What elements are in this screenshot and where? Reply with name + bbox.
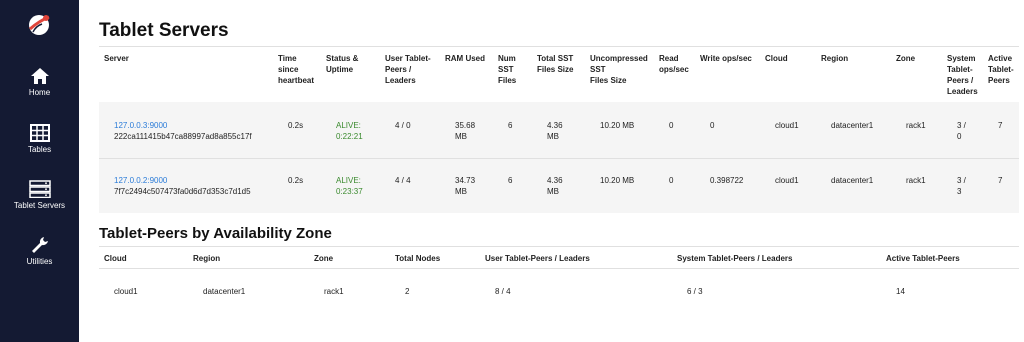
col-header-cloud: Cloud <box>765 54 788 63</box>
wrench-icon <box>0 236 79 254</box>
server-uuid: 7f7c2494c507473fa0d6d7d353c7d1d5 <box>114 187 251 196</box>
home-icon <box>0 67 79 85</box>
sidebar-item-home[interactable]: Home <box>0 67 79 117</box>
cloud-value: cloud1 <box>775 176 799 185</box>
read-ops-value: 0 <box>669 176 674 185</box>
region-value: datacenter1 <box>831 176 874 185</box>
ram-value: 35.68 MB <box>455 121 476 141</box>
total-nodes-value: 2 <box>405 287 410 296</box>
col-header-cloud: Cloud <box>104 254 127 263</box>
system-peers-value: 6 / 3 <box>687 287 703 296</box>
col-header-read-ops: Read ops/sec <box>659 54 689 74</box>
col-header-total-sst: Total SST Files Size <box>537 54 574 74</box>
col-header-active-peers: Active Tablet- Peers <box>988 54 1014 85</box>
region-value: datacenter1 <box>203 287 246 296</box>
zone-value: rack1 <box>906 176 926 185</box>
num-sst-value: 6 <box>508 121 513 130</box>
col-header-zone: Zone <box>896 54 916 63</box>
status-value: ALIVE: 0:22:21 <box>336 121 363 141</box>
uncompressed-value: 10.20 MB <box>600 121 635 130</box>
total-sst-value: 4.36 MB <box>547 176 563 196</box>
table-divider <box>99 246 1019 247</box>
sidebar-item-utilities[interactable]: Utilities <box>0 236 79 286</box>
sidebar-item-label: Tables <box>27 145 52 154</box>
col-header-system-peers: System Tablet-Peers / Leaders <box>677 254 793 263</box>
section-title: Tablet-Peers by Availability Zone <box>99 225 332 242</box>
col-header-uncompressed: Uncompressed SST Files Size <box>590 54 648 85</box>
col-header-region: Region <box>821 54 849 63</box>
sidebar-item-tablet-servers[interactable]: Tablet Servers <box>0 180 79 230</box>
system-peers-value: 3 /0 <box>957 121 966 141</box>
num-sst-value: 6 <box>508 176 513 185</box>
user-peers-value: 8 / 4 <box>495 287 511 296</box>
cloud-value: cloud1 <box>114 287 138 296</box>
cloud-value: cloud1 <box>775 121 799 130</box>
tables-icon <box>0 124 79 142</box>
row-divider <box>99 268 1019 269</box>
col-header-user-peers: User Tablet- Peers / Leaders <box>385 54 431 85</box>
sidebar: Home Tables Tablet Servers Utilities <box>0 0 79 342</box>
user-peers-value: 4 / 4 <box>395 176 411 185</box>
col-header-user-peers: User Tablet-Peers / Leaders <box>485 254 590 263</box>
zone-value: rack1 <box>906 121 926 130</box>
server-uuid: 222ca111415b47ca88997ad8a855c17f <box>114 132 252 141</box>
col-header-active-peers: Active Tablet-Peers <box>886 254 960 263</box>
region-value: datacenter1 <box>831 121 874 130</box>
col-header-status: Status & Uptime <box>326 54 359 74</box>
col-header-server: Server <box>104 54 129 63</box>
col-header-zone: Zone <box>314 254 334 263</box>
col-header-total-nodes: Total Nodes <box>395 254 441 263</box>
col-header-num-sst: Num SST Files <box>498 54 517 85</box>
server-link[interactable]: 127.0.0.2:9000 <box>114 175 167 186</box>
write-ops-value: 0 <box>710 121 715 130</box>
page-title: Tablet Servers <box>99 20 229 41</box>
sidebar-item-tables[interactable]: Tables <box>0 124 79 174</box>
sidebar-item-label: Tablet Servers <box>13 201 66 210</box>
sidebar-item-label: Home <box>28 88 51 97</box>
read-ops-value: 0 <box>669 121 674 130</box>
main-content: Tablet Servers Server Time since heartbeat… <box>79 0 1024 342</box>
col-header-region: Region <box>193 254 221 263</box>
table-divider <box>99 46 1019 47</box>
active-peers-value: 7 <box>998 121 1003 130</box>
logo-icon[interactable] <box>24 10 54 40</box>
status-value: ALIVE: 0:23:37 <box>336 176 363 196</box>
write-ops-value: 0.398722 <box>710 176 744 185</box>
servers-icon <box>0 180 79 198</box>
col-header-write-ops: Write ops/sec <box>700 54 752 63</box>
sidebar-item-label: Utilities <box>26 257 53 266</box>
system-peers-value: 3 /3 <box>957 176 966 196</box>
col-header-ram: RAM Used <box>445 54 486 63</box>
col-header-system-peers: System Tablet- Peers / Leaders <box>947 54 978 96</box>
server-link[interactable]: 127.0.0.3:9000 <box>114 120 167 131</box>
active-peers-value: 7 <box>998 176 1003 185</box>
user-peers-value: 4 / 0 <box>395 121 411 130</box>
col-header-heartbeat: Time since heartbeat <box>278 54 315 85</box>
ram-value: 34.73 MB <box>455 176 476 196</box>
active-peers-value: 14 <box>896 287 905 296</box>
heartbeat-value: 0.2s <box>288 121 304 130</box>
uncompressed-value: 10.20 MB <box>600 176 635 185</box>
total-sst-value: 4.36 MB <box>547 121 563 141</box>
zone-value: rack1 <box>324 287 344 296</box>
heartbeat-value: 0.2s <box>288 176 304 185</box>
